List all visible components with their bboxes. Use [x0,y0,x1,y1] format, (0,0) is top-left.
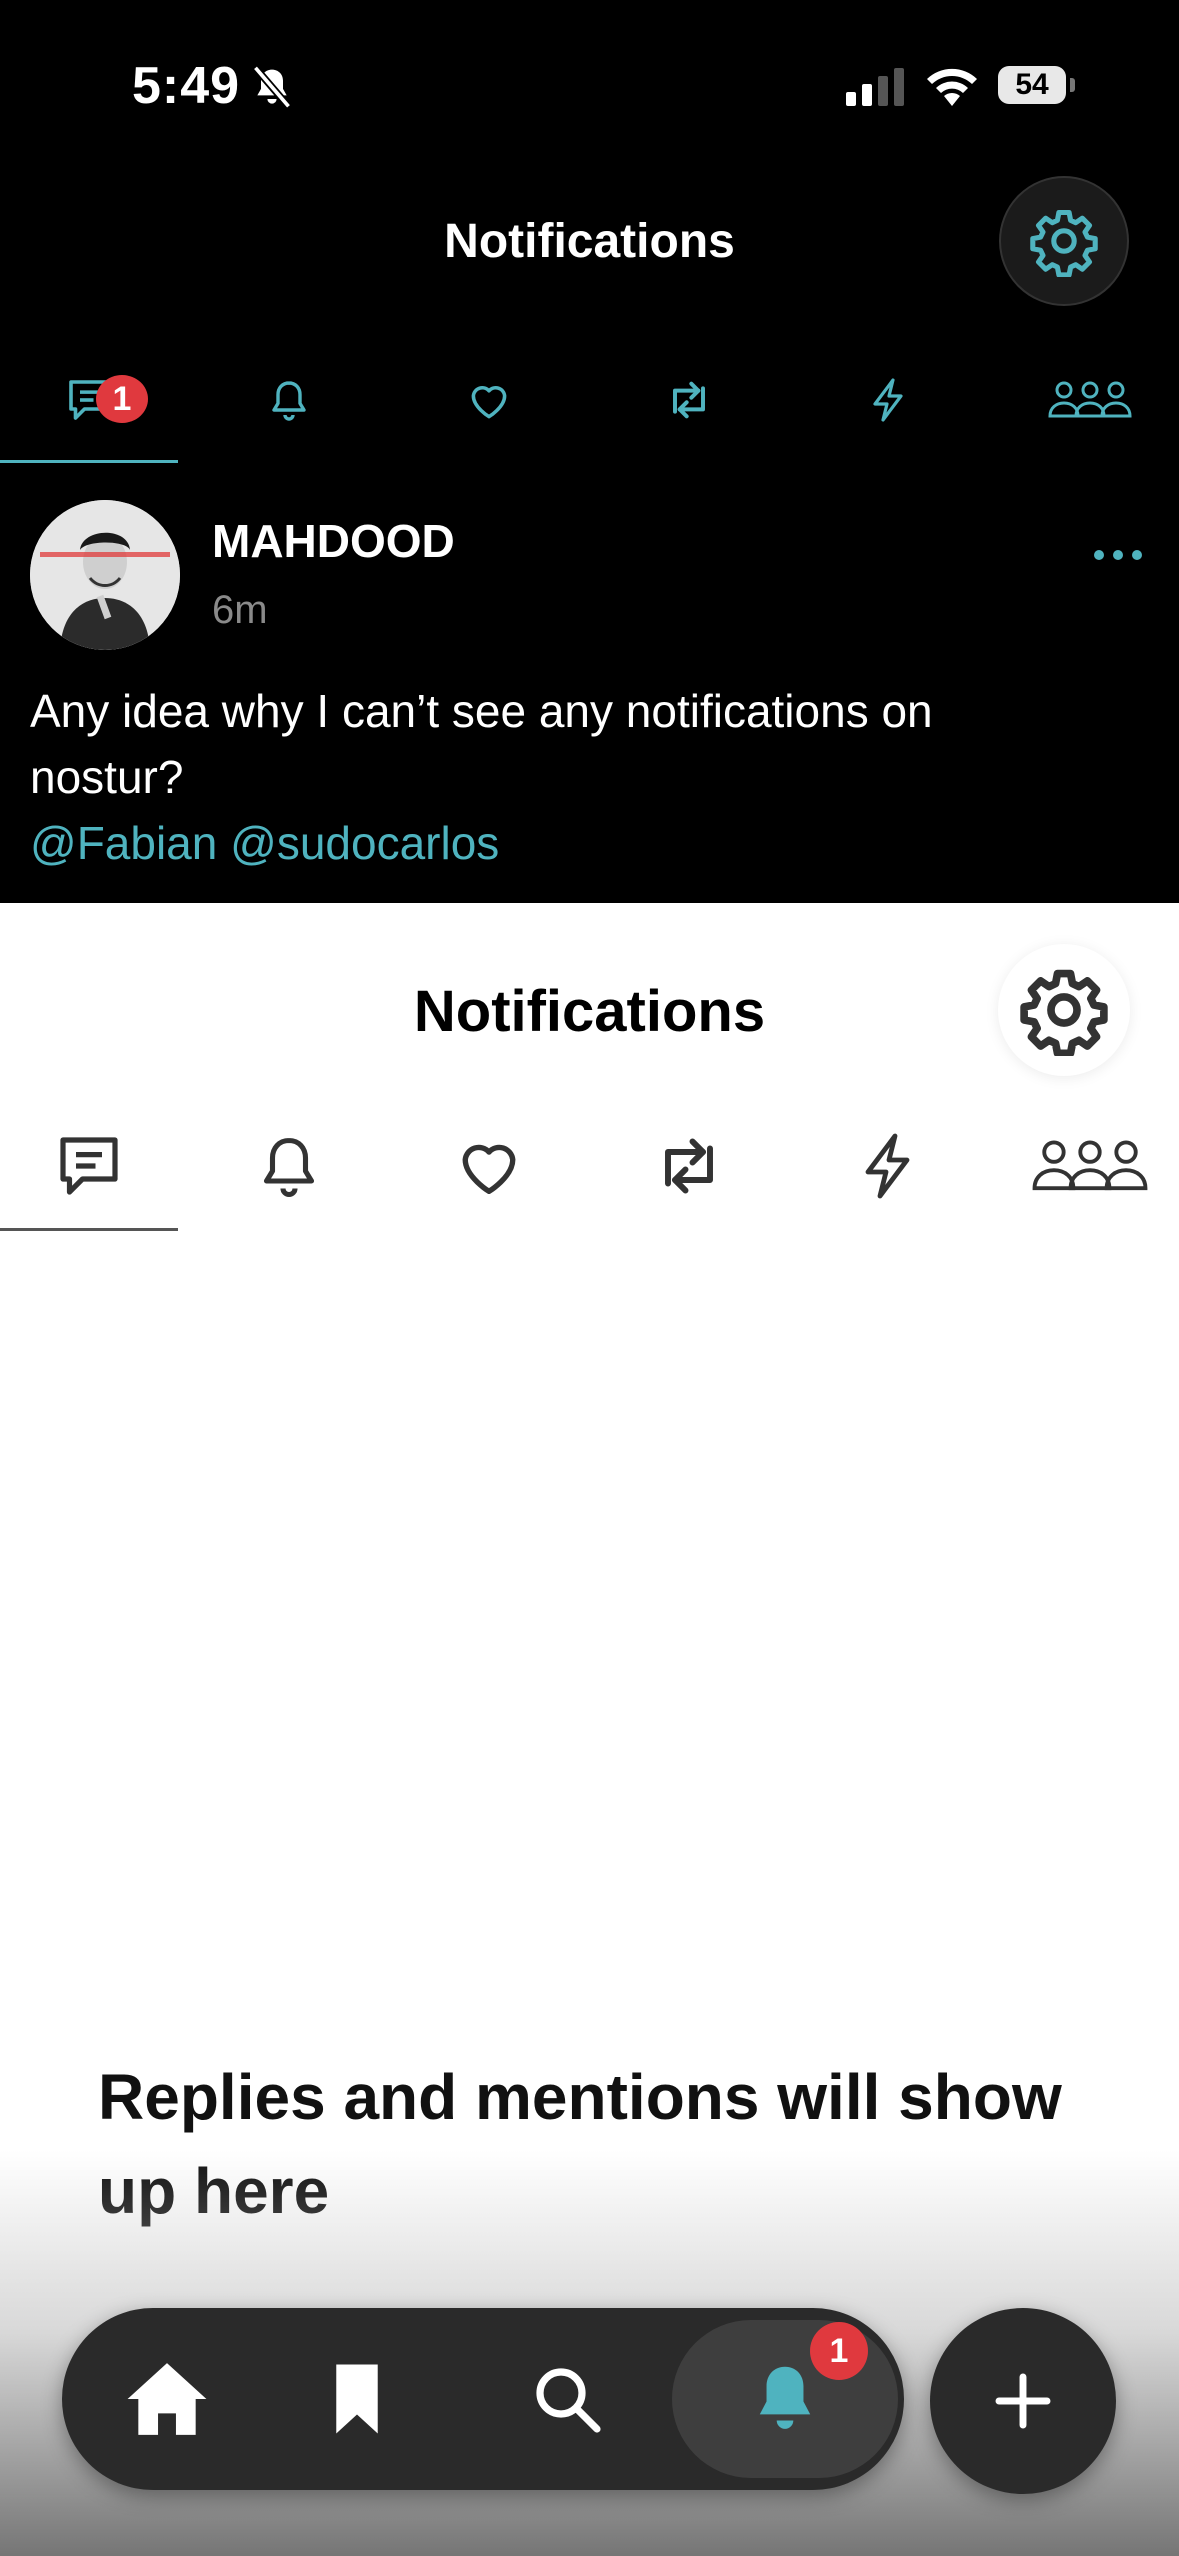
lightning-icon [873,378,903,422]
tab-zaps[interactable] [800,335,978,465]
bell-icon [272,381,306,421]
nav-search[interactable] [502,2308,632,2490]
heart-icon [471,386,507,419]
settings-button[interactable] [998,944,1130,1076]
nav-home[interactable] [92,2308,242,2490]
tab-notifications[interactable] [200,1101,378,1231]
wifi-icon [927,68,977,106]
tab-likes[interactable] [400,335,578,465]
bell-icon [263,1137,315,1198]
bell-icon [759,2366,811,2429]
tab-replies[interactable] [0,1101,178,1231]
nav-badge: 1 [810,2322,868,2380]
people-icon [1032,1140,1148,1191]
tab-likes[interactable] [400,1101,578,1231]
lightning-icon [865,1133,910,1199]
tab-reposts[interactable] [600,1101,778,1231]
bottom-tab-bar: 1 [62,2308,904,2490]
tab-notifications[interactable] [200,335,378,465]
search-icon [536,2368,601,2433]
silent-bell-icon [252,65,292,109]
notification-banner-overlay: 5:49 54 Notifications 1 MAHDOOD 6m Any i… [0,0,1179,903]
gear-icon [1020,969,1108,1056]
compose-button[interactable] [930,2308,1116,2494]
avatar[interactable] [30,500,180,650]
heart-icon [462,1144,516,1195]
settings-button[interactable] [999,176,1129,306]
post-author[interactable]: MAHDOOD [212,514,455,568]
bookmark-icon [336,2364,378,2434]
plus-icon [995,2373,1051,2429]
post-content: Any idea why I can’t see any notificatio… [30,678,1030,876]
active-tab-indicator [0,1228,178,1231]
active-tab-indicator [0,460,178,463]
tab-zaps[interactable] [800,1101,978,1231]
more-options-icon[interactable] [1092,548,1144,562]
battery-tip [1070,78,1075,92]
avatar-illustration [30,500,180,650]
repost-icon [673,381,705,419]
repost-icon [665,1138,713,1194]
nav-bookmarks[interactable] [302,2308,412,2490]
notification-tabs [0,1101,1179,1231]
home-icon [127,2363,207,2435]
status-time: 5:49 [132,57,241,115]
tab-badge: 1 [96,375,148,423]
tab-follows[interactable] [1010,335,1170,465]
post-mentions[interactable]: @Fabian @sudocarlos [30,810,1030,876]
chat-bubble-icon [60,1137,118,1195]
tab-follows[interactable] [1010,1101,1170,1231]
post-text: Any idea why I can’t see any notificatio… [30,685,933,803]
post-time: 6m [212,588,268,632]
nav-notifications[interactable]: 1 [672,2308,898,2490]
tab-reposts[interactable] [600,335,778,465]
tab-replies[interactable]: 1 [0,335,178,465]
notification-tabs: 1 [0,335,1179,465]
cellular-signal-icon [846,68,904,106]
battery-indicator: 54 [998,66,1066,104]
people-icon [1048,381,1132,418]
status-bar: 5:49 54 [0,0,1179,170]
gear-icon [1030,209,1098,277]
